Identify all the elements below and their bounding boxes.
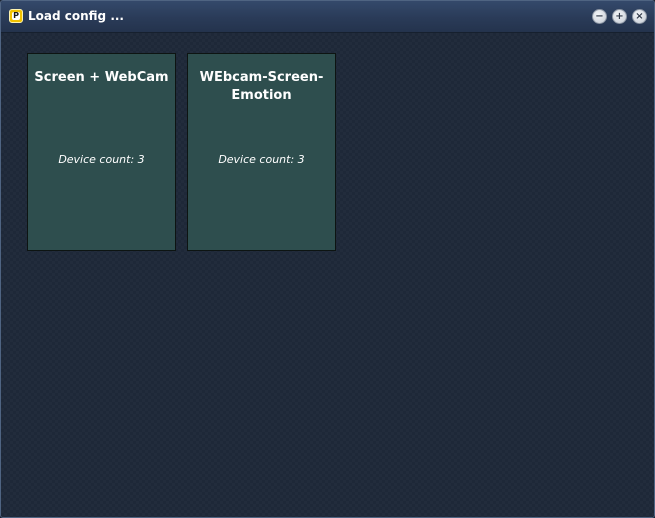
config-list: Screen + WebCam Device count: 3 WEbcam-S… <box>1 33 654 517</box>
title-bar[interactable]: P Load config ... − + × <box>1 1 654 33</box>
app-logo-icon: P <box>9 9 23 23</box>
close-icon: × <box>635 11 644 22</box>
minimize-icon: − <box>595 11 604 22</box>
config-card-device-count: Device count: 3 <box>58 153 145 166</box>
minimize-button[interactable]: − <box>592 9 607 24</box>
window-title: Load config ... <box>28 9 124 23</box>
config-card-webcam-screen-emotion[interactable]: WEbcam-Screen-Emotion Device count: 3 <box>187 53 336 251</box>
close-button[interactable]: × <box>632 9 647 24</box>
config-card-device-count: Device count: 3 <box>218 153 305 166</box>
config-card-title: WEbcam-Screen-Emotion <box>199 70 324 103</box>
config-card-screen-webcam[interactable]: Screen + WebCam Device count: 3 <box>27 53 176 251</box>
maximize-button[interactable]: + <box>612 9 627 24</box>
app-logo-letter: P <box>12 11 20 20</box>
maximize-icon: + <box>615 11 624 22</box>
load-config-window: P Load config ... − + × Screen + WebCam … <box>0 0 655 518</box>
config-card-title: Screen + WebCam <box>34 70 169 85</box>
